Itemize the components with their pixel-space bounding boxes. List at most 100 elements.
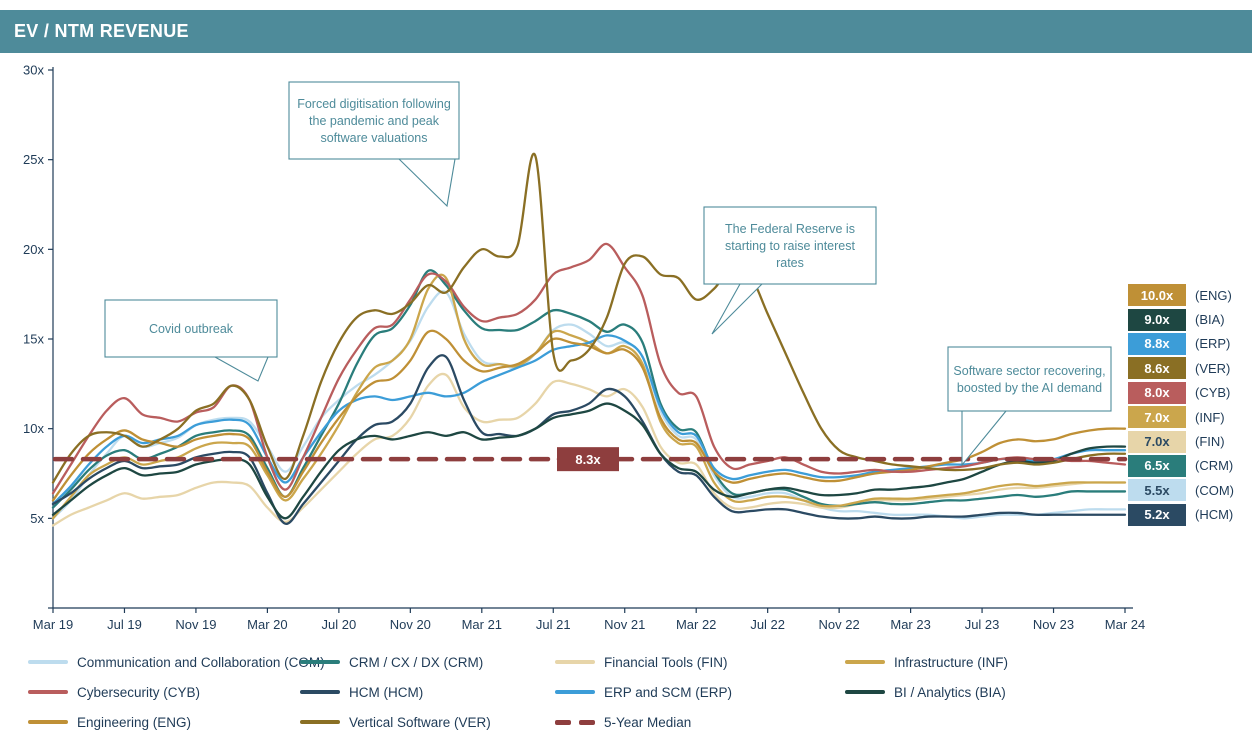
end-value-row-erp: 8.8x (ERP) xyxy=(1128,332,1252,356)
end-value-chip: 5.5x xyxy=(1128,479,1186,502)
x-tick-label: Mar 21 xyxy=(462,617,502,632)
legend-label: Cybersecurity (CYB) xyxy=(77,684,201,700)
callout-line: The Federal Reserve is xyxy=(725,222,855,236)
end-value-chip: 5.2x xyxy=(1128,503,1186,526)
median-badge-label: 8.3x xyxy=(575,452,601,467)
end-value-chip: 10.0x xyxy=(1128,284,1186,307)
callout-line: Software sector recovering, xyxy=(953,364,1105,378)
y-tick-label: 5x xyxy=(30,511,44,526)
callout-tail-covid xyxy=(212,356,269,382)
page-title: EV / NTM REVENUE xyxy=(14,21,189,41)
legend-item[interactable]: Financial Tools (FIN) xyxy=(555,648,728,676)
x-tick-label: Jul 19 xyxy=(107,617,142,632)
end-value-chip: 7.0x xyxy=(1128,406,1186,429)
x-tick-label: Jul 22 xyxy=(750,617,785,632)
y-tick-label: 15x xyxy=(23,332,44,347)
legend-dashed-swatch xyxy=(555,719,595,725)
end-value-code: (ENG) xyxy=(1195,287,1232,303)
header-band: EV / NTM REVENUE xyxy=(0,10,1252,53)
end-value-chip: 8.0x xyxy=(1128,381,1186,404)
end-value-row-cyb: 8.0x (CYB) xyxy=(1128,381,1252,405)
x-tick-label: Mar 20 xyxy=(247,617,287,632)
legend-line-swatch xyxy=(555,660,595,664)
callout-covid: Covid outbreak xyxy=(104,299,278,382)
end-value-code: (BIA) xyxy=(1195,312,1225,328)
end-value-row-ver: 8.6x (VER) xyxy=(1128,356,1252,380)
callout-line: software valuations xyxy=(320,131,427,145)
end-value-row-com: 5.5x (COM) xyxy=(1128,478,1252,502)
callout-ai-recovery: Software sector recovering, boosted by th… xyxy=(947,346,1112,467)
legend-label: 5-Year Median xyxy=(604,714,692,730)
chart-area: 5x 10x 15x 20x 25x 30x Mar 19 Jul 19 Nov 19 Mar 2… xyxy=(0,53,1252,653)
x-tick-label: Nov 20 xyxy=(390,617,431,632)
callout-line: starting to raise interest xyxy=(725,239,855,253)
end-value-code: (INF) xyxy=(1195,409,1225,425)
end-value-chip: 8.6x xyxy=(1128,357,1186,380)
legend-item[interactable]: ERP and SCM (ERP) xyxy=(555,678,732,706)
end-value-code: (VER) xyxy=(1195,360,1231,376)
end-value-chip: 8.8x xyxy=(1128,332,1186,355)
legend-line-swatch xyxy=(300,660,340,664)
legend-item[interactable]: Infrastructure (INF) xyxy=(845,648,1008,676)
y-tick-label: 10x xyxy=(23,421,44,436)
x-tick-label: Nov 22 xyxy=(819,617,860,632)
callout-line: Covid outbreak xyxy=(149,322,234,336)
legend-line-swatch xyxy=(555,690,595,694)
end-value-chip: 6.5x xyxy=(1128,454,1186,477)
legend-line-swatch xyxy=(28,660,68,664)
legend-label: Engineering (ENG) xyxy=(77,714,192,730)
y-tick-label: 30x xyxy=(23,63,44,78)
callout-line: the pandemic and peak xyxy=(309,114,440,128)
callout-line: boosted by the AI demand xyxy=(957,381,1102,395)
callout-line: Forced digitisation following xyxy=(297,97,451,111)
callout-fed-rates: The Federal Reserve is starting to raise … xyxy=(703,206,877,335)
end-value-code: (ERP) xyxy=(1195,336,1231,352)
legend-label: Vertical Software (VER) xyxy=(349,714,491,730)
x-tick-label: Mar 24 xyxy=(1105,617,1145,632)
callout-forced-digitisation: Forced digitisation following the pandemi… xyxy=(288,81,460,208)
x-tick-label: Nov 19 xyxy=(175,617,216,632)
callout-line: rates xyxy=(776,256,804,270)
legend-label: ERP and SCM (ERP) xyxy=(604,684,733,700)
legend-line-swatch xyxy=(300,690,340,694)
callout-tail-forced-digitisation xyxy=(397,158,456,208)
legend-line-swatch xyxy=(28,720,68,724)
x-tick-label: Mar 22 xyxy=(676,617,716,632)
end-value-code: (CYB) xyxy=(1195,385,1231,401)
end-value-row-hcm: 5.2x (HCM) xyxy=(1128,503,1252,527)
end-value-row-fin: 7.0x (FIN) xyxy=(1128,429,1252,453)
callout-tail-ai-recovery xyxy=(961,410,1008,467)
x-tick-label: Mar 23 xyxy=(890,617,930,632)
end-value-row-inf: 7.0x (INF) xyxy=(1128,405,1252,429)
legend-item[interactable]: BI / Analytics (BIA) xyxy=(845,678,1006,706)
end-value-code: (COM) xyxy=(1195,482,1234,498)
x-tick-label: Nov 23 xyxy=(1033,617,1074,632)
end-value-row-eng: 10.0x (ENG) xyxy=(1128,283,1252,307)
legend-label: HCM (HCM) xyxy=(349,684,424,700)
x-tick-label: Mar 19 xyxy=(33,617,73,632)
chart-legend: Communication and Collaboration (COM) CRM… xyxy=(0,648,1252,732)
end-value-code: (HCM) xyxy=(1195,507,1234,523)
x-tick-label: Jul 20 xyxy=(322,617,357,632)
end-value-code: (CRM) xyxy=(1195,458,1234,474)
end-value-chip: 9.0x xyxy=(1128,308,1186,331)
legend-label: Communication and Collaboration (COM) xyxy=(77,654,325,670)
legend-item[interactable]: HCM (HCM) xyxy=(300,678,423,706)
legend-label: Financial Tools (FIN) xyxy=(604,654,728,670)
ev-ntm-revenue-line-chart: 5x 10x 15x 20x 25x 30x Mar 19 Jul 19 Nov 19 Mar 2… xyxy=(23,63,1145,633)
legend-item[interactable]: CRM / CX / DX (CRM) xyxy=(300,648,483,676)
legend-line-swatch xyxy=(845,660,885,664)
legend-label: CRM / CX / DX (CRM) xyxy=(349,654,484,670)
end-value-code: (FIN) xyxy=(1195,434,1225,450)
x-tick-label: Nov 21 xyxy=(604,617,645,632)
legend-label: BI / Analytics (BIA) xyxy=(894,684,1006,700)
legend-item[interactable]: Communication and Collaboration (COM) xyxy=(28,648,325,676)
end-value-row-bia: 9.0x (BIA) xyxy=(1128,307,1252,331)
y-tick-label: 25x xyxy=(23,152,44,167)
callout-tail-fed-rates xyxy=(711,283,764,335)
end-value-row-crm: 6.5x (CRM) xyxy=(1128,454,1252,478)
callout-box-ai-recovery xyxy=(947,346,1112,412)
x-tick-label: Jul 21 xyxy=(536,617,571,632)
legend-item[interactable]: Cybersecurity (CYB) xyxy=(28,678,200,706)
legend-line-swatch xyxy=(300,720,340,724)
